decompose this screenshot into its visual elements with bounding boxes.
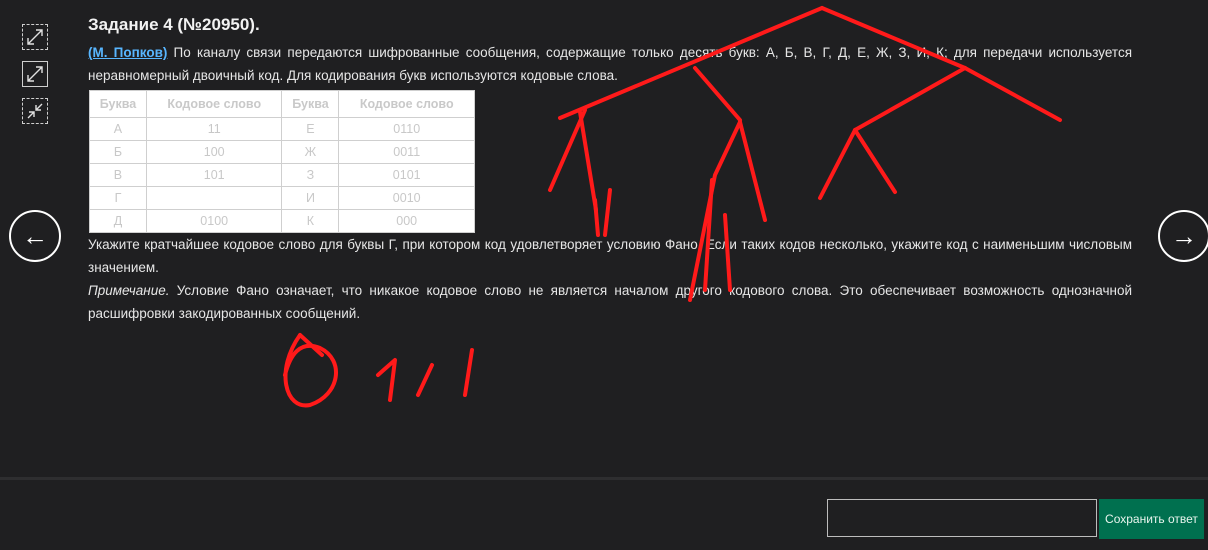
collapse-icon[interactable]: [22, 98, 48, 124]
table-cell: 0110: [338, 117, 475, 141]
table-cell: 11: [145, 117, 283, 141]
table-cell: Г: [89, 186, 147, 210]
table-cell: А: [89, 117, 147, 141]
answer-input[interactable]: [827, 499, 1097, 537]
bottom-divider: [0, 477, 1208, 480]
table-cell: И: [281, 186, 340, 210]
table-cell: 0100: [145, 209, 283, 233]
table-row: Г И 0010: [89, 186, 475, 210]
table-header: Кодовое слово: [338, 90, 475, 118]
task-title: Задание 4 (№20950).: [88, 15, 260, 34]
table-cell: [145, 186, 283, 210]
table-cell: 000: [338, 209, 475, 233]
table-cell: Е: [281, 117, 340, 141]
table-cell: Б: [89, 140, 147, 164]
task-intro: (М. Попков) По каналу связи передаются ш…: [88, 41, 1132, 87]
save-answer-button[interactable]: Сохранить ответ: [1099, 499, 1204, 539]
table-header: Буква: [89, 90, 147, 118]
table-header-row: Буква Кодовое слово Буква Кодовое слово: [89, 90, 475, 118]
task-content: Задание 4 (№20950). (М. Попков) По канал…: [88, 15, 1132, 325]
prev-arrow-button[interactable]: ←: [9, 210, 61, 262]
table-cell: З: [281, 163, 340, 187]
expand-icon[interactable]: [22, 61, 48, 87]
task-note: Примечание. Условие Фано означает, что н…: [88, 279, 1132, 325]
table-row: В 101 З 0101: [89, 163, 475, 187]
table-cell: Ж: [281, 140, 340, 164]
fit-screen-icon[interactable]: [22, 24, 48, 50]
arrow-right-icon: →: [1171, 221, 1197, 251]
intro-text: По каналу связи передаются шифрованные с…: [88, 45, 1132, 83]
code-table: Буква Кодовое слово Буква Кодовое слово …: [89, 90, 475, 233]
next-arrow-button[interactable]: →: [1158, 210, 1208, 262]
table-cell: 0011: [338, 140, 475, 164]
note-label: Примечание.: [88, 283, 170, 298]
table-cell: 101: [145, 163, 283, 187]
table-cell: 0010: [338, 186, 475, 210]
task-question: Укажите кратчайшее кодовое слово для бук…: [88, 237, 1132, 275]
table-cell: Д: [89, 209, 147, 233]
table-cell: 100: [145, 140, 283, 164]
table-row: Д 0100 К 000: [89, 209, 475, 233]
author-link[interactable]: (М. Попков): [88, 45, 167, 60]
table-cell: 0101: [338, 163, 475, 187]
table-row: Б 100 Ж 0011: [89, 140, 475, 164]
table-row: А 11 Е 0110: [89, 117, 475, 141]
table-cell: К: [281, 209, 340, 233]
table-cell: В: [89, 163, 147, 187]
view-toolbar: [22, 24, 50, 135]
table-header: Буква: [281, 90, 340, 118]
arrow-left-icon: ←: [22, 221, 48, 251]
note-text: Условие Фано означает, что никакое кодов…: [88, 283, 1132, 321]
table-header: Кодовое слово: [145, 90, 283, 118]
